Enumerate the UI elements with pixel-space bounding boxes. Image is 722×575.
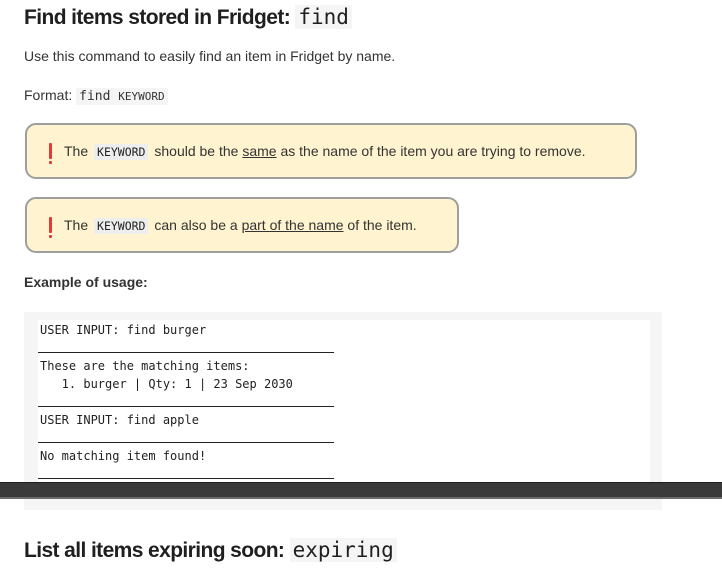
code-separator <box>38 352 334 353</box>
format-command: find <box>79 89 111 104</box>
example-heading: Example of usage: <box>24 274 148 290</box>
callout-post: as the name of the item you are trying t… <box>280 143 586 159</box>
callout-keyword: KEYWORD <box>94 144 149 160</box>
code-line: These are the matching items: <box>40 359 250 373</box>
format-line: Format: find KEYWORD <box>24 85 168 107</box>
callout-post: of the item. <box>347 217 417 233</box>
exclamation-icon <box>49 217 52 238</box>
callout-mid: can also be a <box>154 217 238 233</box>
intro-text: Use this command to easily find an item … <box>24 48 396 64</box>
code-separator <box>38 478 334 479</box>
callout-keyword: KEYWORD <box>94 218 149 234</box>
title-text: List all items expiring soon: <box>24 539 290 562</box>
title-command: find <box>295 5 352 29</box>
callout-text: The KEYWORD can also be a part of the na… <box>64 217 417 234</box>
code-line: No matching item found! <box>40 449 207 463</box>
code-line: USER INPUT: find apple <box>40 413 199 427</box>
section-title-expiring: List all items expiring soon: expiring <box>24 536 397 565</box>
code-line: 1. burger | Qty: 1 | 23 Sep 2030 <box>40 377 293 391</box>
exclamation-icon <box>49 143 52 164</box>
callout-pre: The <box>64 217 89 233</box>
callout-text: The KEYWORD should be the same as the na… <box>64 143 586 160</box>
format-code: find KEYWORD <box>76 88 168 105</box>
callout-pre: The <box>64 143 89 159</box>
code-line: USER INPUT: find burger <box>40 323 207 337</box>
format-label: Format: <box>24 87 73 103</box>
title-text: Find items stored in Fridget: <box>24 6 296 29</box>
callout-keyword-same: The KEYWORD should be the same as the na… <box>25 123 637 179</box>
code-separator <box>38 406 334 407</box>
callout-mid: should be the <box>154 143 239 159</box>
callout-underlined: same <box>242 143 277 159</box>
callout-underlined: part of the name <box>241 217 344 233</box>
title-command: expiring <box>289 538 397 562</box>
callout-keyword-part: The KEYWORD can also be a part of the na… <box>25 197 459 253</box>
code-separator <box>38 442 334 443</box>
horizontal-scrollbar[interactable] <box>0 482 722 499</box>
section-title-find: Find items stored in Fridget: find <box>24 3 352 32</box>
format-keyword: KEYWORD <box>118 90 165 103</box>
